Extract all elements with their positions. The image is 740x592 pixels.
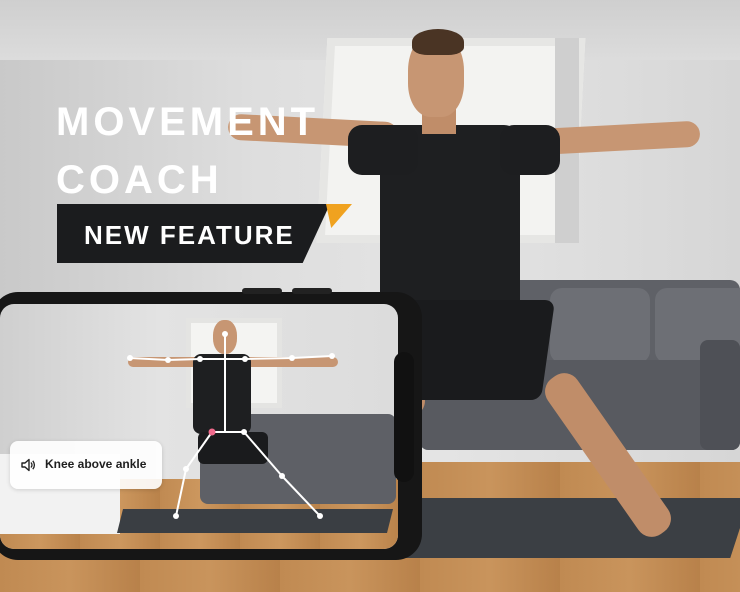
right-leg [538,366,678,544]
phone-side-notch [394,352,414,482]
highlighted-joint [208,428,216,436]
feedback-toast: Knee above ankle [10,441,162,489]
speaker-icon [21,458,36,472]
right-sleeve [500,125,560,175]
phone-button [292,288,332,294]
phone-mockup [0,288,422,560]
feedback-message: Knee above ankle [45,457,147,471]
pose-skeleton-overlay [127,331,335,519]
left-sleeve [348,125,418,175]
headline-line-2: COACH [56,158,223,202]
headline-line-1: MOVEMENT [56,100,320,144]
phone-screen [0,304,398,549]
hair [412,29,464,55]
headline: MOVEMENT COACH [56,93,319,209]
phone-button [242,288,282,294]
skeleton-lines [129,334,333,517]
badge-label: NEW FEATURE [84,220,295,250]
